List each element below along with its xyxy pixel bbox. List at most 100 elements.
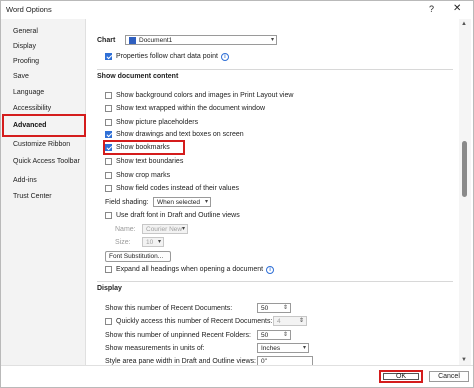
info-icon[interactable]: i — [220, 52, 229, 61]
show-picture-placeholders-checkbox[interactable] — [105, 119, 112, 126]
field-shading-label: Field shading: — [105, 199, 149, 206]
vertical-scrollbar[interactable]: ▲ ▼ — [459, 19, 471, 365]
title-bar: Word Options ? ✕ — [1, 1, 473, 19]
show-picture-placeholders-label: Show picture placeholders — [116, 119, 199, 126]
draft-font-name-value: Courier New — [146, 226, 183, 233]
spinner-arrows-icon[interactable]: ⇕ — [283, 304, 288, 313]
show-bookmarks-label: Show bookmarks — [116, 144, 170, 151]
show-background-colors-label: Show background colors and images in Pri… — [116, 92, 294, 99]
show-background-colors-row[interactable]: Show background colors and images in Pri… — [105, 90, 293, 101]
sidebar-item-save[interactable]: Save — [13, 73, 29, 80]
chart-document-select[interactable]: Document1 ▾ — [125, 35, 277, 45]
options-content: Chart Document1 ▾ Properties follow char… — [87, 19, 459, 365]
draft-font-name-select[interactable]: Courier New ▾ — [142, 224, 188, 234]
info-icon[interactable]: i — [266, 265, 275, 274]
word-document-icon — [129, 36, 136, 44]
sidebar-item-add-ins[interactable]: Add-ins — [13, 177, 37, 184]
show-crop-marks-checkbox[interactable] — [105, 172, 112, 179]
cancel-button[interactable]: Cancel — [429, 371, 469, 382]
show-text-wrapped-label: Show text wrapped within the document wi… — [116, 105, 266, 112]
ok-button-label: OK — [383, 373, 419, 380]
dialog-title: Word Options — [6, 5, 52, 14]
expand-headings-checkbox[interactable] — [105, 266, 112, 273]
show-text-boundaries-row[interactable]: Show text boundaries — [105, 156, 183, 167]
show-crop-marks-row[interactable]: Show crop marks — [105, 170, 170, 181]
style-area-label: Style area pane width in Draft and Outli… — [105, 358, 256, 365]
show-document-content-heading: Show document content — [97, 73, 179, 80]
show-drawings-checkbox[interactable] — [105, 131, 112, 138]
unpinned-folders-spinner[interactable]: 50 ⇕ — [257, 330, 291, 340]
measurements-label: Show measurements in units of: — [105, 345, 205, 352]
unpinned-folders-row: Show this number of unpinned Recent Fold… — [105, 330, 251, 341]
show-crop-marks-label: Show crop marks — [116, 172, 171, 179]
chart-document-value: Document1 — [139, 37, 173, 44]
field-shading-value: When selected — [157, 199, 200, 206]
close-icon[interactable]: ✕ — [453, 3, 461, 14]
measurements-select[interactable]: Inches ▾ — [257, 343, 309, 353]
section-divider — [97, 281, 453, 282]
recent-docs-value: 50 — [261, 305, 269, 312]
show-text-boundaries-checkbox[interactable] — [105, 158, 112, 165]
sidebar-item-accessibility[interactable]: Accessibility — [13, 105, 51, 112]
scroll-up-icon[interactable]: ▲ — [461, 21, 467, 27]
expand-headings-label: Expand all headings when opening a docum… — [116, 266, 264, 273]
show-field-codes-row[interactable]: Show field codes instead of their values — [105, 183, 239, 194]
recent-docs-row: Show this number of Recent Documents: — [105, 303, 232, 314]
dialog-footer: OK Cancel — [1, 365, 473, 387]
chevron-down-icon: ▾ — [270, 37, 274, 43]
chevron-down-icon: ▾ — [302, 345, 306, 351]
show-text-wrapped-row[interactable]: Show text wrapped within the document wi… — [105, 103, 265, 114]
font-substitution-button[interactable]: Font Substitution... — [105, 251, 171, 262]
sidebar-item-advanced[interactable]: Advanced — [13, 122, 46, 129]
draft-font-size-select[interactable]: 10 ▾ — [142, 237, 164, 247]
quick-access-row[interactable]: Quickly access this number of Recent Doc… — [105, 316, 272, 327]
show-background-colors-checkbox[interactable] — [105, 92, 112, 99]
measurements-row: Show measurements in units of: — [105, 343, 205, 354]
show-drawings-row[interactable]: Show drawings and text boxes on screen — [105, 129, 244, 140]
draft-font-checkbox[interactable] — [105, 212, 112, 219]
quick-access-value: 4 — [277, 318, 281, 325]
quick-access-spinner[interactable]: 4 ⇕ — [273, 316, 307, 326]
draft-font-name-label: Name: — [115, 226, 136, 233]
sidebar-item-language[interactable]: Language — [13, 89, 44, 96]
chevron-down-icon: ▾ — [157, 239, 161, 245]
chevron-down-icon: ▾ — [204, 199, 208, 205]
chevron-down-icon: ▾ — [181, 226, 185, 232]
show-text-wrapped-checkbox[interactable] — [105, 105, 112, 112]
show-bookmarks-checkbox[interactable] — [105, 144, 112, 151]
properties-follow-label: Properties follow chart data point — [116, 53, 218, 60]
quick-access-label: Quickly access this number of Recent Doc… — [116, 318, 273, 325]
scrollbar-thumb[interactable] — [462, 141, 467, 197]
sidebar-item-general[interactable]: General — [13, 28, 38, 35]
sidebar-item-customize-ribbon[interactable]: Customize Ribbon — [13, 141, 70, 148]
field-shading-row: Field shading: — [105, 197, 149, 208]
word-options-dialog: Word Options ? ✕ General Display Proofin… — [0, 0, 474, 388]
show-field-codes-checkbox[interactable] — [105, 185, 112, 192]
help-icon[interactable]: ? — [429, 4, 434, 14]
show-drawings-label: Show drawings and text boxes on screen — [116, 131, 244, 138]
unpinned-folders-label: Show this number of unpinned Recent Fold… — [105, 332, 251, 339]
draft-font-row[interactable]: Use draft font in Draft and Outline view… — [105, 210, 240, 221]
recent-docs-spinner[interactable]: 50 ⇕ — [257, 303, 291, 313]
ok-button[interactable]: OK — [379, 370, 423, 383]
style-area-input[interactable]: 0" — [257, 356, 313, 365]
sidebar-item-quick-access-toolbar[interactable]: Quick Access Toolbar — [13, 158, 80, 165]
sidebar-item-proofing[interactable]: Proofing — [13, 58, 39, 65]
sidebar-item-trust-center[interactable]: Trust Center — [13, 193, 52, 200]
field-shading-select[interactable]: When selected ▾ — [153, 197, 211, 207]
show-field-codes-label: Show field codes instead of their values — [116, 185, 239, 192]
show-picture-placeholders-row[interactable]: Show picture placeholders — [105, 117, 198, 128]
show-bookmarks-row[interactable]: Show bookmarks — [105, 142, 170, 153]
draft-font-size-row: Size: — [115, 237, 131, 248]
display-heading: Display — [97, 285, 122, 292]
spinner-arrows-icon[interactable]: ⇕ — [283, 331, 288, 340]
expand-headings-row[interactable]: Expand all headings when opening a docum… — [105, 264, 275, 275]
properties-follow-checkbox[interactable] — [105, 53, 112, 60]
show-text-boundaries-label: Show text boundaries — [116, 158, 184, 165]
quick-access-checkbox[interactable] — [105, 318, 112, 325]
properties-follow-row[interactable]: Properties follow chart data point i — [105, 51, 229, 62]
section-divider — [97, 69, 453, 70]
sidebar-item-display[interactable]: Display — [13, 43, 36, 50]
scroll-down-icon[interactable]: ▼ — [461, 357, 467, 363]
spinner-arrows-icon[interactable]: ⇕ — [299, 317, 304, 326]
